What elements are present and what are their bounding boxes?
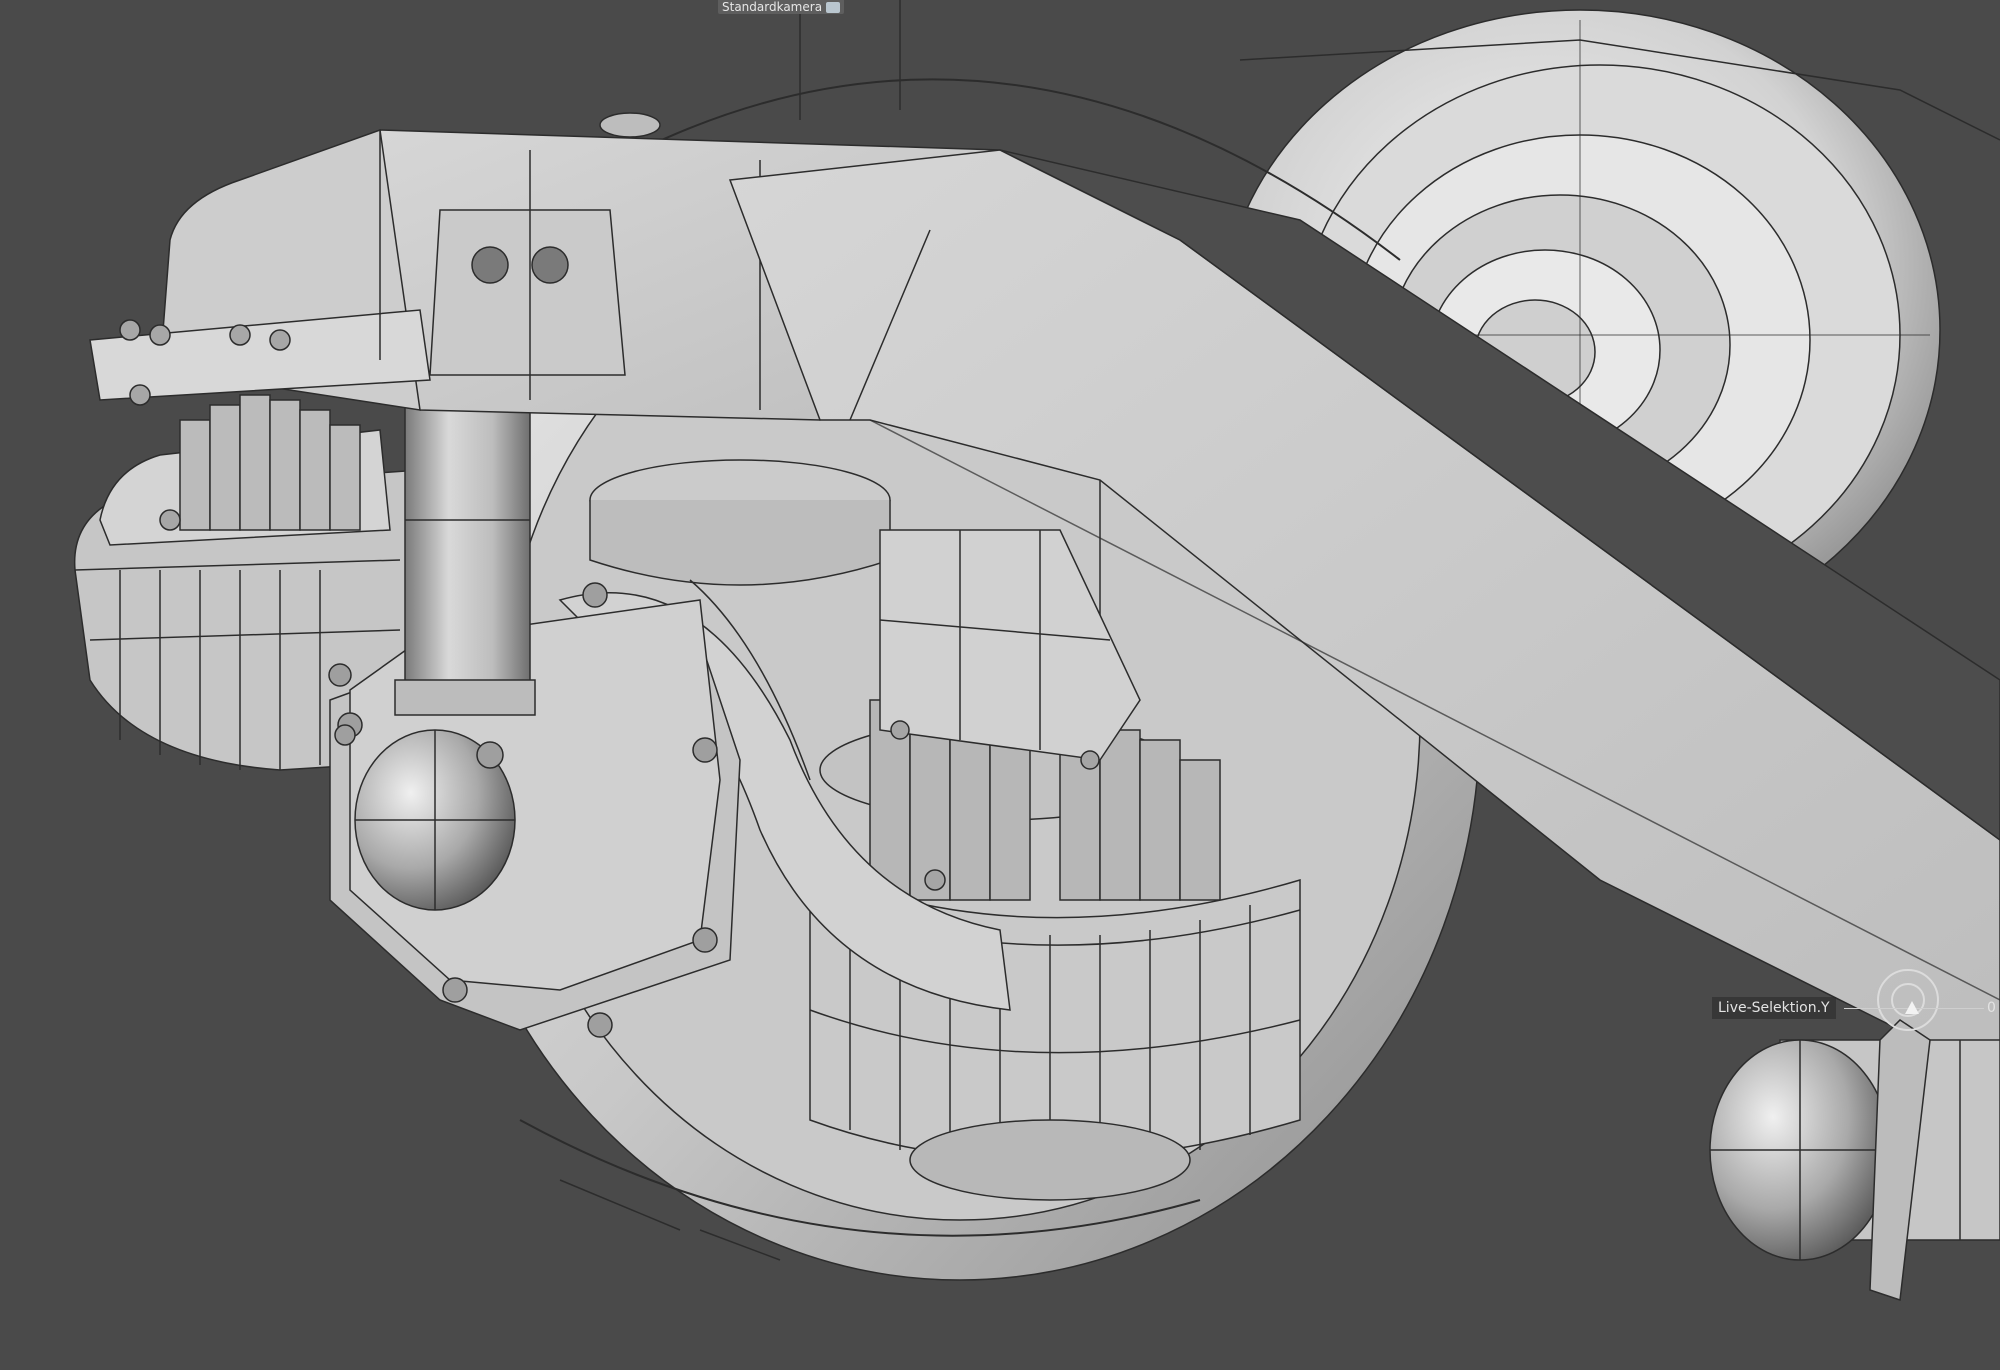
hud-slider-handle[interactable]	[1905, 1001, 1919, 1014]
camera-label-text: Standardkamera	[722, 0, 823, 14]
live-selection-hud[interactable]: Live-Selektion.Y 0	[1712, 997, 2000, 1021]
3d-viewport[interactable]: Standardkamera Live-Selektion.Y 0	[0, 0, 2000, 1370]
camera-label[interactable]: Standardkamera	[718, 0, 845, 14]
hud-value: 0	[1987, 1000, 1996, 1016]
end-cylinder	[1709, 1019, 2000, 1302]
model-render[interactable]	[0, 0, 2000, 1370]
camera-icon[interactable]	[826, 1, 841, 13]
hud-label: Live-Selektion.Y	[1712, 997, 1836, 1019]
